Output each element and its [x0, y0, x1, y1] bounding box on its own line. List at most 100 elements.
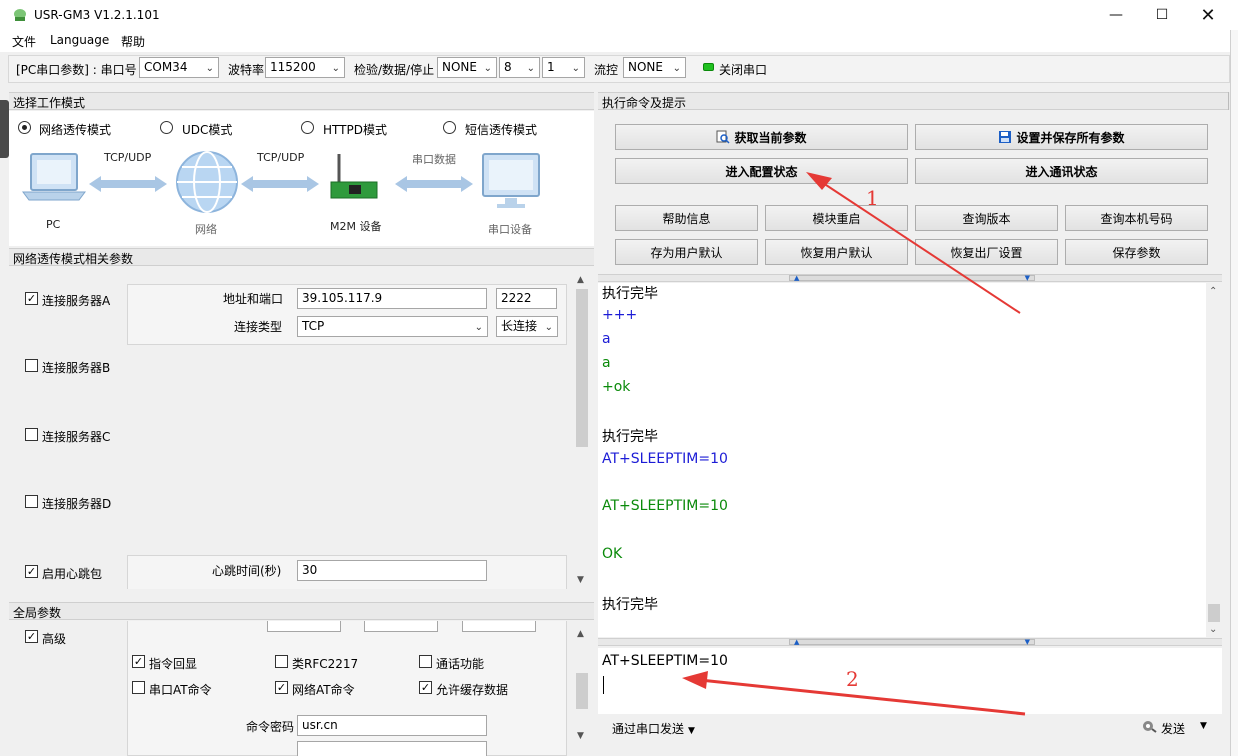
chevron-down-icon[interactable]: ⌄	[1209, 624, 1217, 635]
triangle-down-icon: ▼	[1024, 274, 1030, 282]
log-line: a	[602, 331, 611, 347]
mode-radio-network[interactable]	[18, 121, 31, 134]
query-version-button[interactable]: 查询版本	[915, 205, 1058, 231]
menu-help[interactable]: 帮助	[121, 33, 145, 50]
port-select[interactable]: COM34 ⌄	[139, 57, 219, 78]
hidden-input-1[interactable]	[267, 621, 341, 632]
app-logo-icon	[14, 9, 26, 21]
triangle-up-icon: ▲	[794, 274, 800, 282]
diagram-network-label: 网络	[195, 223, 217, 236]
rfc2217-label: 类RFC2217	[292, 657, 359, 671]
query-number-button[interactable]: 查询本机号码	[1065, 205, 1208, 231]
log-line: AT+SLEEPTIM=10	[602, 451, 728, 467]
triangle-down-icon: ▼	[688, 726, 695, 736]
mode-label-httpd: HTTPD模式	[323, 123, 387, 137]
laptop-icon	[22, 153, 86, 201]
next-input[interactable]	[297, 741, 487, 756]
echo-checkbox[interactable]: ✓	[132, 655, 145, 668]
menu-file[interactable]: 文件	[12, 33, 36, 50]
server-d-label: 连接服务器D	[42, 497, 112, 511]
server-a-checkbox[interactable]: ✓	[25, 292, 38, 305]
call-function-checkbox[interactable]	[419, 655, 432, 668]
baud-select[interactable]: 115200 ⌄	[265, 57, 345, 78]
databits-select[interactable]: 8 ⌄	[499, 57, 540, 78]
maximize-button[interactable]: ☐	[1139, 0, 1185, 30]
hidden-input-3[interactable]	[462, 621, 536, 632]
triangle-up-icon: ▲	[794, 638, 800, 646]
help-info-button[interactable]: 帮助信息	[615, 205, 758, 231]
server-b-checkbox[interactable]	[25, 359, 38, 372]
menu-language[interactable]: Language	[50, 33, 109, 47]
chevron-down-icon[interactable]: ▼	[577, 575, 584, 585]
chevron-down-icon: ⌄	[331, 63, 340, 74]
triangle-down-icon: ▼	[1024, 638, 1030, 646]
mode-radio-httpd[interactable]	[301, 121, 314, 134]
splitter-grip[interactable]: ▲ ▼	[789, 638, 1035, 646]
side-dock-tab[interactable]	[0, 100, 9, 158]
log-line: +ok	[602, 379, 631, 395]
conn-mode-select[interactable]: 长连接 ⌄	[496, 316, 558, 337]
mode-radio-udc[interactable]	[160, 121, 173, 134]
save-user-default-button[interactable]: 存为用户默认	[615, 239, 758, 265]
mode-label-udc: UDC模式	[182, 123, 233, 137]
mode-radio-sms[interactable]	[443, 121, 456, 134]
log-scrollbar[interactable]	[1206, 283, 1222, 637]
allow-cache-checkbox[interactable]: ✓	[419, 681, 432, 694]
server-d-checkbox[interactable]	[25, 495, 38, 508]
close-port-button[interactable]: 关闭串口	[719, 61, 767, 78]
chevron-up-icon[interactable]: ▲	[577, 275, 584, 285]
heartbeat-checkbox[interactable]: ✓	[25, 565, 38, 578]
log-line: OK	[602, 546, 623, 562]
heartbeat-time-input[interactable]: 30	[297, 560, 487, 581]
port-status-indicator	[703, 63, 714, 71]
close-window-button[interactable]: ✕	[1185, 0, 1231, 30]
network-at-checkbox[interactable]: ✓	[275, 681, 288, 694]
server-b-label: 连接服务器B	[42, 361, 111, 375]
log-scroll-thumb[interactable]	[1208, 604, 1220, 622]
rfc2217-checkbox[interactable]	[275, 655, 288, 668]
advanced-checkbox[interactable]: ✓	[25, 630, 38, 643]
restore-factory-button[interactable]: 恢复出厂设置	[915, 239, 1058, 265]
server-a-port-input[interactable]: 2222	[496, 288, 557, 309]
restart-button[interactable]: 模块重启	[765, 205, 908, 231]
chevron-up-icon[interactable]: ⌃	[1209, 286, 1217, 297]
restore-user-default-button[interactable]: 恢复用户默认	[765, 239, 908, 265]
send-icon[interactable]	[1141, 719, 1157, 733]
chevron-down-icon: ⌄	[474, 322, 483, 333]
send-button[interactable]: 发送	[1161, 720, 1185, 737]
save-all-button[interactable]: 设置并保存所有参数	[915, 124, 1208, 150]
server-a-address-input[interactable]: 39.105.117.9	[297, 288, 487, 309]
parity-select[interactable]: NONE ⌄	[437, 57, 497, 78]
serial-at-checkbox[interactable]	[132, 681, 145, 694]
net-params-scroll-thumb[interactable]	[576, 289, 588, 447]
title-bar	[0, 0, 1238, 30]
global-params-scroll-thumb[interactable]	[576, 673, 588, 709]
triangle-down-icon[interactable]: ▼	[1200, 721, 1207, 731]
server-c-checkbox[interactable]	[25, 428, 38, 441]
floppy-disk-icon	[999, 131, 1012, 143]
stopbits-select[interactable]: 1 ⌄	[542, 57, 585, 78]
password-input[interactable]: usr.cn	[297, 715, 487, 736]
flow-select[interactable]: NONE ⌄	[623, 57, 686, 78]
stopbits-value: 1	[547, 60, 555, 74]
mode-label-sms: 短信透传模式	[465, 123, 538, 137]
call-function-label: 通话功能	[436, 657, 485, 671]
enter-config-button[interactable]: 进入配置状态	[615, 158, 908, 184]
databits-value: 8	[504, 60, 512, 74]
commands-header: 执行命令及提示	[598, 92, 1228, 110]
chevron-up-icon[interactable]: ▲	[577, 629, 584, 639]
log-line: +++	[602, 307, 638, 323]
conn-type-select[interactable]: TCP ⌄	[297, 316, 488, 337]
minimize-button[interactable]: —	[1093, 0, 1139, 30]
send-via-dropdown[interactable]: 通过串口发送 ▼	[612, 720, 695, 737]
bidirectional-arrow-icon	[89, 176, 167, 192]
get-params-button[interactable]: 获取当前参数	[615, 124, 908, 150]
chevron-down-icon[interactable]: ▼	[577, 731, 584, 741]
enter-comm-button[interactable]: 进入通讯状态	[915, 158, 1208, 184]
password-label: 命令密码	[246, 720, 295, 734]
save-all-label: 设置并保存所有参数	[1016, 130, 1125, 145]
diagram-link3-label: 串口数据	[412, 153, 456, 166]
hidden-input-2[interactable]	[364, 621, 438, 632]
save-params-button[interactable]: 保存参数	[1065, 239, 1208, 265]
splitter-grip[interactable]: ▲ ▼	[789, 274, 1035, 282]
